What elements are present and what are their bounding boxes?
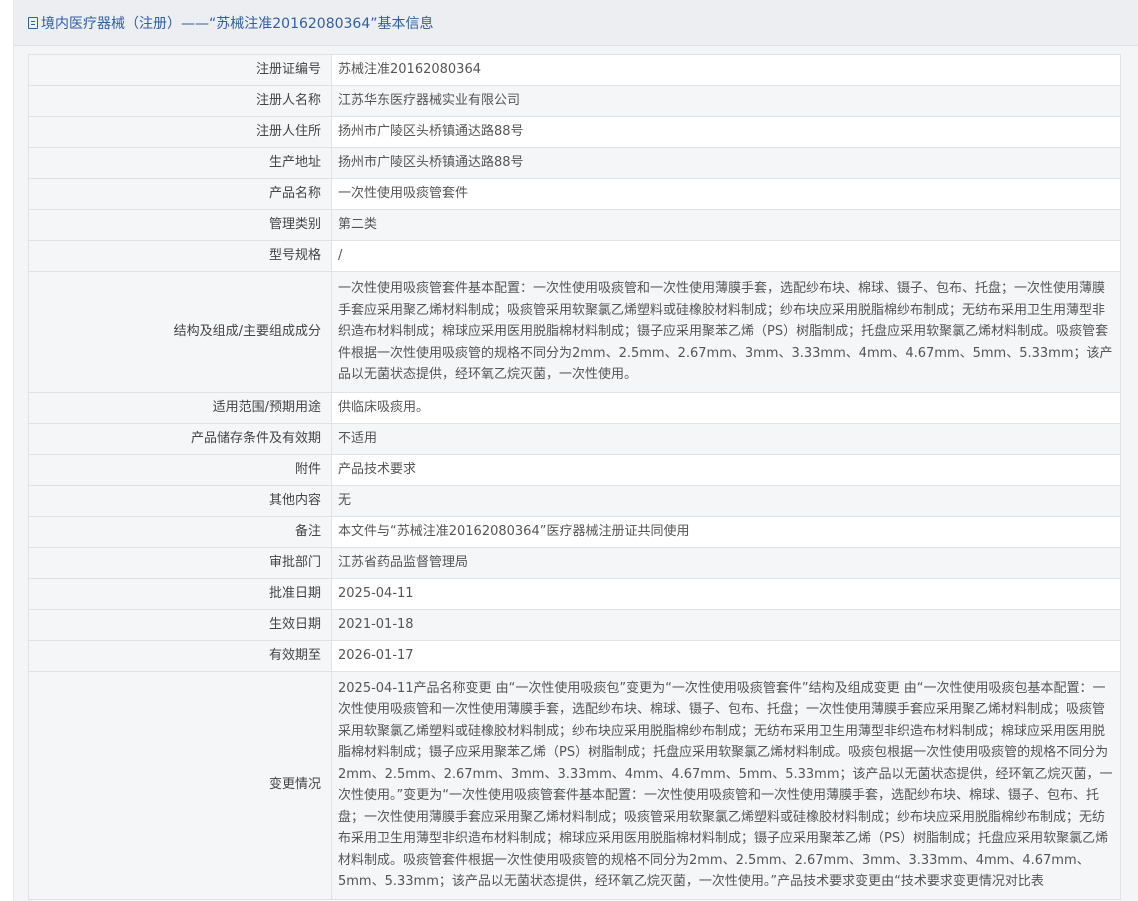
detail-panel: 境内医疗器械（注册）——“苏械注准20162080364”基本信息 注册证编号 … <box>13 0 1138 901</box>
row-product-name: 产品名称 一次性使用吸痰管套件 <box>28 178 1121 210</box>
field-label: 产品储存条件及有效期 <box>28 422 332 455</box>
field-value: 2025-04-11 <box>331 577 1121 610</box>
field-value: 江苏省药品监督管理局 <box>331 546 1121 579</box>
field-label: 生效日期 <box>28 608 332 641</box>
row-attachment: 附件 产品技术要求 <box>28 453 1121 486</box>
field-value: 2021-01-18 <box>331 608 1121 641</box>
field-label: 管理类别 <box>28 209 332 241</box>
field-value: 扬州市广陵区头桥镇通达路88号 <box>331 147 1121 179</box>
field-value: 不适用 <box>331 422 1121 455</box>
row-effective-date: 生效日期 2021-01-18 <box>28 608 1121 641</box>
field-value: 2026-01-17 <box>331 639 1121 672</box>
field-value: 无 <box>331 484 1121 517</box>
info-table: 注册证编号 苏械注准20162080364 注册人名称 江苏华东医疗器械实业有限… <box>28 54 1121 900</box>
row-valid-until: 有效期至 2026-01-17 <box>28 639 1121 672</box>
field-label: 注册人住所 <box>28 116 332 148</box>
field-value: 一次性使用吸痰管套件 <box>331 178 1121 210</box>
row-structure-composition: 结构及组成/主要组成成分 一次性使用吸痰管套件基本配置：一次性使用吸痰管和一次性… <box>28 271 1121 393</box>
field-value: 江苏华东医疗器械实业有限公司 <box>331 85 1121 117</box>
field-value: 供临床吸痰用。 <box>331 391 1121 424</box>
field-value: 苏械注准20162080364 <box>331 54 1121 86</box>
field-label: 结构及组成/主要组成成分 <box>28 271 332 393</box>
field-label: 注册证编号 <box>28 54 332 86</box>
field-label: 批准日期 <box>28 577 332 610</box>
field-value: 产品技术要求 <box>331 453 1121 486</box>
field-value: / <box>331 240 1121 272</box>
field-label: 审批部门 <box>28 546 332 579</box>
page-title: 境内医疗器械（注册）——“苏械注准20162080364”基本信息 <box>41 15 434 32</box>
row-management-category: 管理类别 第二类 <box>28 209 1121 241</box>
field-label: 注册人名称 <box>28 85 332 117</box>
field-label: 其他内容 <box>28 484 332 517</box>
document-icon <box>28 16 38 29</box>
field-label: 产品名称 <box>28 178 332 210</box>
row-registrant-address: 注册人住所 扬州市广陵区头桥镇通达路88号 <box>28 116 1121 148</box>
row-remarks: 备注 本文件与“苏械注准20162080364”医疗器械注册证共同使用 <box>28 515 1121 548</box>
field-value: 本文件与“苏械注准20162080364”医疗器械注册证共同使用 <box>331 515 1121 548</box>
row-registration-number: 注册证编号 苏械注准20162080364 <box>28 54 1121 86</box>
row-registrant-name: 注册人名称 江苏华东医疗器械实业有限公司 <box>28 85 1121 117</box>
row-other-content: 其他内容 无 <box>28 484 1121 517</box>
row-approval-department: 审批部门 江苏省药品监督管理局 <box>28 546 1121 579</box>
row-storage-validity: 产品储存条件及有效期 不适用 <box>28 422 1121 455</box>
field-label: 有效期至 <box>28 639 332 672</box>
row-change-history: 变更情况 2025-04-11产品名称变更 由“一次性使用吸痰包”变更为“一次性… <box>28 670 1121 900</box>
field-value: 扬州市广陵区头桥镇通达路88号 <box>331 116 1121 148</box>
row-intended-use: 适用范围/预期用途 供临床吸痰用。 <box>28 391 1121 424</box>
field-label: 适用范围/预期用途 <box>28 391 332 424</box>
field-label: 备注 <box>28 515 332 548</box>
panel-header: 境内医疗器械（注册）——“苏械注准20162080364”基本信息 <box>14 0 1138 46</box>
info-table-wrapper: 注册证编号 苏械注准20162080364 注册人名称 江苏华东医疗器械实业有限… <box>28 54 1121 900</box>
field-label: 型号规格 <box>28 240 332 272</box>
row-approval-date: 批准日期 2025-04-11 <box>28 577 1121 610</box>
field-value: 一次性使用吸痰管套件基本配置：一次性使用吸痰管和一次性使用薄膜手套，选配纱布块、… <box>331 271 1121 393</box>
row-production-address: 生产地址 扬州市广陵区头桥镇通达路88号 <box>28 147 1121 179</box>
field-value: 第二类 <box>331 209 1121 241</box>
field-value: 2025-04-11产品名称变更 由“一次性使用吸痰包”变更为“一次性使用吸痰管… <box>331 670 1121 900</box>
field-label: 变更情况 <box>28 670 332 900</box>
row-model-spec: 型号规格 / <box>28 240 1121 272</box>
field-label: 生产地址 <box>28 147 332 179</box>
field-label: 附件 <box>28 453 332 486</box>
